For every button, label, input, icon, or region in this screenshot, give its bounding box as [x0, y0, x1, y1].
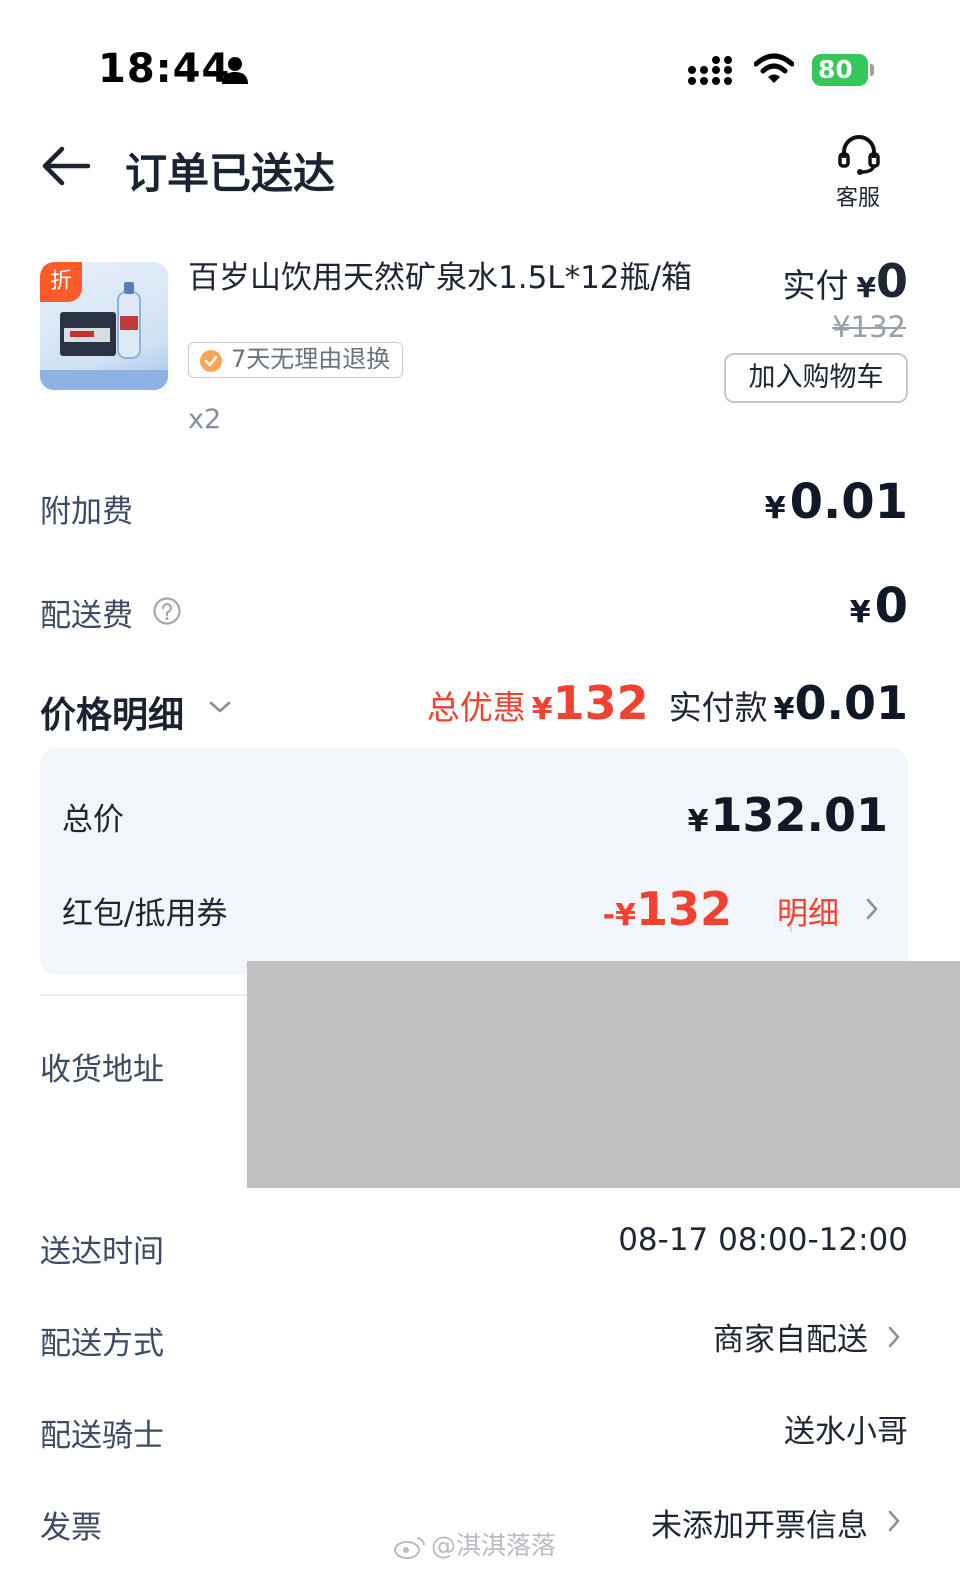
wifi-icon	[754, 53, 794, 83]
total-price-currency: ¥	[687, 804, 709, 839]
coupon-detail-link[interactable]: 明细	[777, 888, 839, 933]
surcharge-label: 附加费	[40, 494, 133, 530]
rider-label: 配送骑士	[40, 1418, 164, 1454]
battery-indicator: 80	[812, 54, 868, 86]
total-discount-currency: ¥	[531, 692, 553, 727]
customer-service-label: 客服	[835, 186, 880, 211]
redacted-address	[247, 961, 960, 1188]
battery-level: 80	[818, 55, 853, 84]
actual-payment-currency: ¥	[773, 692, 795, 727]
price-detail-card: 总价 ¥132.01 红包/抵用券 -¥132 明细	[40, 748, 908, 974]
battery-tip	[870, 64, 874, 76]
return-policy-text: 7天无理由退换	[231, 345, 391, 373]
weibo-icon	[394, 1537, 425, 1559]
delivery-method-value[interactable]: 商家自配送	[713, 1314, 868, 1359]
surcharge-amount: ¥0.01	[765, 474, 908, 530]
total-price-value: 132.01	[710, 788, 888, 842]
status-bar: 18:44 80	[0, 0, 960, 110]
paid-label: 实付	[782, 266, 849, 305]
product-quantity: x2	[188, 404, 222, 435]
total-price-amount: ¥132.01	[688, 788, 888, 842]
surcharge-currency: ¥	[764, 491, 786, 526]
return-policy-tag: 7天无理由退换	[188, 342, 404, 378]
address-label: 收货地址	[40, 1052, 164, 1088]
original-price: ¥132	[832, 310, 906, 344]
delivery-fee-currency: ¥	[849, 595, 871, 630]
coupon-amount: -¥132	[603, 882, 732, 936]
watermark-text: @淇淇落落	[431, 1531, 557, 1560]
coupon-label: 红包/抵用券	[62, 896, 228, 932]
chevron-right-icon[interactable]	[864, 896, 880, 922]
delivery-fee-label: 配送费	[40, 598, 133, 634]
back-arrow-icon[interactable]	[40, 144, 92, 188]
total-discount-value: 132	[552, 676, 649, 730]
price-summary: 总优惠 ¥132 实付款 ¥0.01	[427, 676, 908, 730]
delivery-time-label: 送达时间	[40, 1234, 164, 1270]
product-name[interactable]: 百岁山饮用天然矿泉水1.5L*12瓶/箱	[188, 260, 708, 296]
paid-currency: ¥	[856, 271, 876, 304]
help-icon[interactable]	[152, 596, 182, 626]
price-detail-title[interactable]: 价格明细	[40, 686, 184, 738]
chevron-right-icon[interactable]	[886, 1324, 902, 1350]
actual-payment-label: 实付款	[668, 688, 768, 727]
paid-amount: 0	[875, 254, 908, 308]
coupon-prefix: -¥	[602, 898, 636, 933]
add-to-cart-button[interactable]: 加入购物车	[724, 353, 908, 403]
invoice-label: 发票	[40, 1510, 102, 1546]
coupon-value: 132	[635, 882, 732, 936]
delivery-fee-value: 0	[874, 578, 908, 634]
surcharge-value: 0.01	[789, 474, 908, 530]
chevron-down-icon[interactable]	[207, 697, 233, 717]
total-price-label: 总价	[62, 802, 124, 838]
page-title: 订单已送达	[125, 149, 336, 198]
total-discount-label: 总优惠	[426, 688, 526, 727]
invoice-value[interactable]: 未添加开票信息	[651, 1500, 868, 1545]
product-image[interactable]: 折	[40, 262, 168, 390]
delivery-fee-amount: ¥0	[850, 578, 908, 634]
person-icon	[222, 57, 248, 84]
delivery-time-value: 08-17 08:00-12:00	[618, 1222, 908, 1258]
customer-service-button[interactable]: 客服	[812, 124, 904, 220]
rider-value: 送水小哥	[784, 1414, 908, 1450]
product-paid-price: 实付 ¥0	[783, 254, 909, 308]
check-badge-icon	[200, 350, 222, 372]
signal-icon	[688, 56, 732, 85]
delivery-method-label: 配送方式	[40, 1326, 164, 1362]
headset-icon	[838, 135, 880, 175]
actual-payment-value: 0.01	[794, 676, 909, 730]
chevron-right-icon[interactable]	[886, 1508, 902, 1534]
watermark: @淇淇落落	[393, 1526, 556, 1562]
discount-badge: 折	[40, 262, 82, 302]
status-time: 18:44	[98, 46, 231, 92]
